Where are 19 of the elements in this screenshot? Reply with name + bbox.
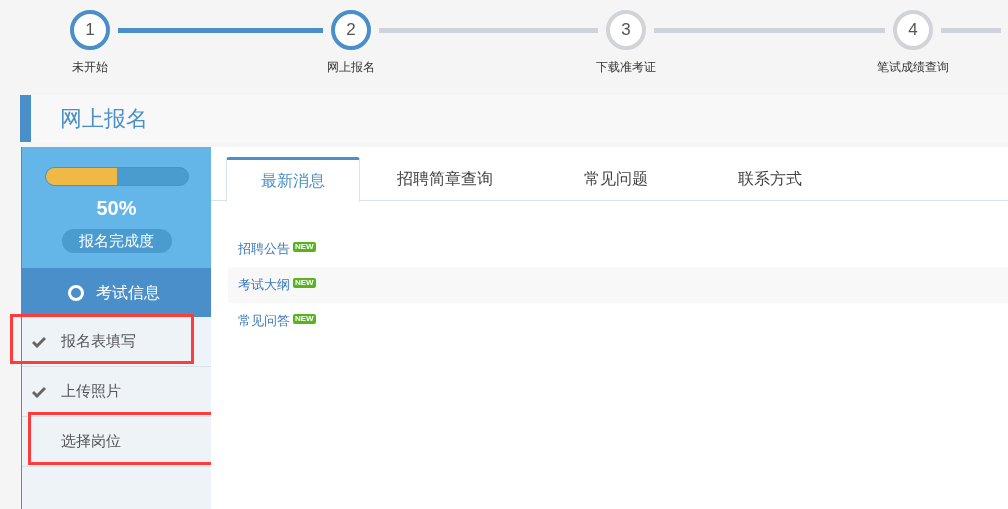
new-badge: NEW: [293, 242, 316, 252]
tab[interactable]: 最新消息: [226, 157, 360, 202]
progress-caption: 报名完成度: [61, 229, 172, 253]
tab[interactable]: 联系方式: [702, 157, 838, 201]
progress-percent: 50%: [96, 196, 137, 220]
section-title: 网上报名: [60, 105, 148, 133]
step-label: 下载准考证: [596, 59, 656, 76]
news-link[interactable]: 考试大纲: [238, 275, 290, 295]
new-badge: NEW: [293, 314, 316, 324]
tab[interactable]: 常见问题: [530, 157, 702, 201]
title-accent-bar: [20, 95, 31, 142]
sidebar-header-label: 考试信息: [96, 282, 160, 303]
new-badge: NEW: [293, 278, 316, 288]
tab[interactable]: 招聘简章查询: [360, 157, 530, 201]
step-label: 网上报名: [327, 59, 375, 76]
news-link[interactable]: 招聘公告: [238, 239, 290, 259]
news-link[interactable]: 常见问答: [238, 311, 290, 331]
step-label: 笔试成绩查询: [877, 59, 949, 76]
step-label: 未开始: [72, 59, 108, 76]
